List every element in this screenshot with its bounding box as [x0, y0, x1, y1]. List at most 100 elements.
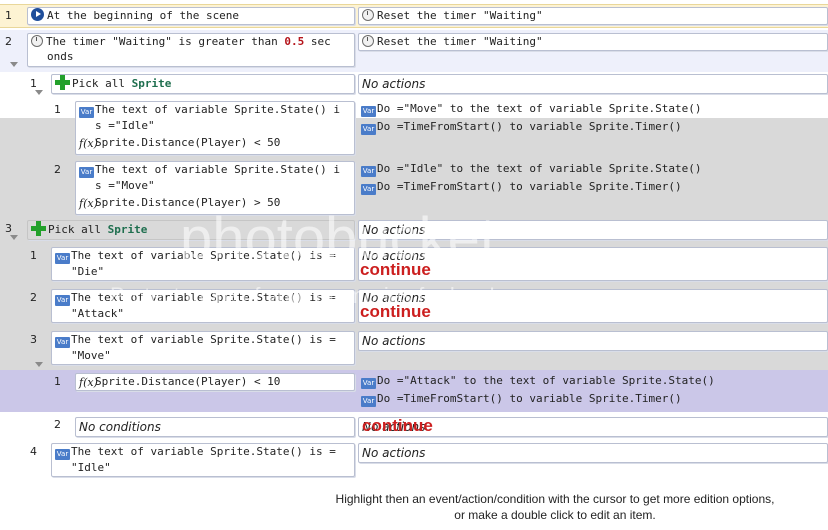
- continue-label: continue: [360, 302, 431, 321]
- condition-text-wrap: s ="Idle": [95, 119, 155, 132]
- subevent-3-3-1-condition[interactable]: f(x)Sprite.Distance(Player) < 10: [75, 373, 355, 391]
- subevent-2-1-2-conditions[interactable]: Var The text of variable Sprite.State() i…: [75, 161, 355, 215]
- subevent-3-1-number: 1: [30, 249, 37, 262]
- condition-text: The text of variable Sprite.State() is =: [71, 333, 336, 346]
- subevent-2-1-number: 1: [30, 77, 37, 90]
- condition-text: The text of variable Sprite.State() i: [95, 163, 341, 176]
- condition-text: Pick all: [72, 77, 132, 90]
- event-3-actions[interactable]: No actions: [358, 220, 828, 240]
- event-3-condition[interactable]: Pick all Sprite: [27, 220, 355, 240]
- object-name: Sprite: [131, 77, 172, 90]
- variable-icon: Var: [361, 124, 376, 135]
- event-4-number: 4: [30, 445, 37, 458]
- condition-text-wrap: "Move": [71, 349, 111, 362]
- continue-label: continue: [362, 416, 433, 435]
- subevent-3-3-1-action-1[interactable]: Var Do ="Attack" to the text of variable …: [358, 373, 828, 390]
- condition-text-wrap: "Idle": [71, 461, 111, 474]
- condition-text: Sprite.Distance(Player) > 50: [95, 196, 281, 209]
- subevent-3-3-1-number: 1: [54, 375, 61, 388]
- timer-icon: [31, 35, 43, 47]
- subevent-3-1-condition[interactable]: Var The text of variable Sprite.State() i…: [51, 247, 355, 281]
- event-2-number: 2: [5, 35, 12, 48]
- no-actions-text: No actions: [362, 77, 426, 91]
- action-text: Do ="Move" to the text of variable Sprit…: [377, 102, 702, 115]
- subevent-2-1-actions[interactable]: No actions: [358, 74, 828, 94]
- function-icon: f(x): [79, 376, 98, 389]
- event-3-number: 3: [5, 222, 12, 235]
- subevent-2-1-1-action-1[interactable]: Var Do ="Move" to the text of variable Sp…: [358, 101, 828, 118]
- timer-icon: [362, 35, 374, 47]
- pick-all-plus-icon: [31, 221, 46, 236]
- condition-text-wrap: s ="Move": [95, 179, 155, 192]
- variable-icon: Var: [361, 184, 376, 195]
- condition-text: Pick all: [48, 223, 108, 236]
- no-actions-text: No actions: [362, 334, 426, 348]
- condition-text-wrap: "Die": [71, 265, 105, 278]
- variable-icon: Var: [55, 295, 70, 306]
- help-text-line-2: or make a double click to edit an item.: [454, 508, 656, 522]
- no-actions-text: No actions: [362, 223, 426, 237]
- subevent-2-1-2-number: 2: [54, 163, 61, 176]
- action-text: Do =TimeFromStart() to variable Sprite.T…: [377, 120, 682, 133]
- condition-text: The timer "Waiting" is greater than: [46, 35, 285, 48]
- variable-icon: Var: [79, 167, 94, 178]
- action-text: Reset the timer "Waiting": [377, 9, 543, 22]
- subevent-2-1-condition[interactable]: Pick all Sprite: [51, 74, 355, 94]
- event-4-condition[interactable]: Var The text of variable Sprite.State() i…: [51, 443, 355, 477]
- condition-text: At the beginning of the scene: [47, 9, 240, 22]
- action-text: Reset the timer "Waiting": [377, 35, 543, 48]
- event-2-condition[interactable]: The timer "Waiting" is greater than 0.5 …: [27, 33, 355, 67]
- help-text-line-1: Highlight then an event/action/condition…: [335, 492, 775, 506]
- subevent-3-3-actions[interactable]: No actions: [358, 331, 828, 351]
- variable-icon: Var: [361, 378, 376, 389]
- condition-text: sec: [304, 35, 331, 48]
- action-text: Do ="Attack" to the text of variable Spr…: [377, 374, 715, 387]
- condition-value: 0.5: [284, 35, 305, 48]
- subevent-3-3-number: 3: [30, 333, 37, 346]
- condition-text: The text of variable Sprite.State() is =: [71, 249, 336, 262]
- variable-icon: Var: [55, 449, 70, 460]
- scene-start-icon: [31, 8, 44, 21]
- function-icon: f(x): [79, 197, 98, 210]
- subevent-3-3-2-conditions[interactable]: No conditions: [75, 417, 355, 437]
- collapse-chevron-icon[interactable]: [35, 90, 43, 95]
- event-1-action[interactable]: Reset the timer "Waiting": [358, 7, 828, 25]
- variable-icon: Var: [361, 166, 376, 177]
- subevent-3-2-condition[interactable]: Var The text of variable Sprite.State() i…: [51, 289, 355, 323]
- subevent-3-3-condition[interactable]: Var The text of variable Sprite.State() i…: [51, 331, 355, 365]
- pick-all-plus-icon: [55, 75, 70, 90]
- timer-icon: [362, 9, 374, 21]
- subevent-3-2-number: 2: [30, 291, 37, 304]
- subevent-3-3-2-number: 2: [54, 418, 61, 431]
- event-1-condition[interactable]: At the beginning of the scene: [27, 7, 355, 25]
- variable-icon: Var: [55, 253, 70, 264]
- condition-text-wrap: "Attack": [71, 307, 124, 320]
- condition-text-wrap: onds: [47, 50, 74, 63]
- condition-text: The text of variable Sprite.State() is =: [71, 291, 336, 304]
- subevent-2-1-2-action-1[interactable]: Var Do ="Idle" to the text of variable Sp…: [358, 161, 828, 178]
- subevent-2-1-1-number: 1: [54, 103, 61, 116]
- no-actions-text: No actions: [362, 446, 426, 460]
- event-2-action[interactable]: Reset the timer "Waiting": [358, 33, 828, 51]
- condition-text: The text of variable Sprite.State() is =: [71, 445, 336, 458]
- action-text: Do ="Idle" to the text of variable Sprit…: [377, 162, 702, 175]
- condition-text: Sprite.Distance(Player) < 50: [95, 136, 281, 149]
- variable-icon: Var: [55, 337, 70, 348]
- collapse-chevron-icon[interactable]: [10, 235, 18, 240]
- function-icon: f(x): [79, 137, 98, 150]
- action-text: Do =TimeFromStart() to variable Sprite.T…: [377, 180, 682, 193]
- subevent-2-1-2-action-2[interactable]: Var Do =TimeFromStart() to variable Sprit…: [358, 179, 828, 196]
- continue-label: continue: [360, 260, 431, 279]
- event-1-number: 1: [5, 9, 12, 22]
- collapse-chevron-icon[interactable]: [35, 362, 43, 367]
- variable-icon: Var: [361, 106, 376, 117]
- variable-icon: Var: [79, 107, 94, 118]
- subevent-3-3-1-action-2[interactable]: Var Do =TimeFromStart() to variable Sprit…: [358, 391, 828, 408]
- event-4-actions[interactable]: No actions: [358, 443, 828, 463]
- help-text: Highlight then an event/action/condition…: [300, 491, 810, 523]
- subevent-2-1-1-action-2[interactable]: Var Do =TimeFromStart() to variable Sprit…: [358, 119, 828, 136]
- variable-icon: Var: [361, 396, 376, 407]
- collapse-chevron-icon[interactable]: [10, 62, 18, 67]
- action-text: Do =TimeFromStart() to variable Sprite.T…: [377, 392, 682, 405]
- subevent-2-1-1-conditions[interactable]: Var The text of variable Sprite.State() i…: [75, 101, 355, 155]
